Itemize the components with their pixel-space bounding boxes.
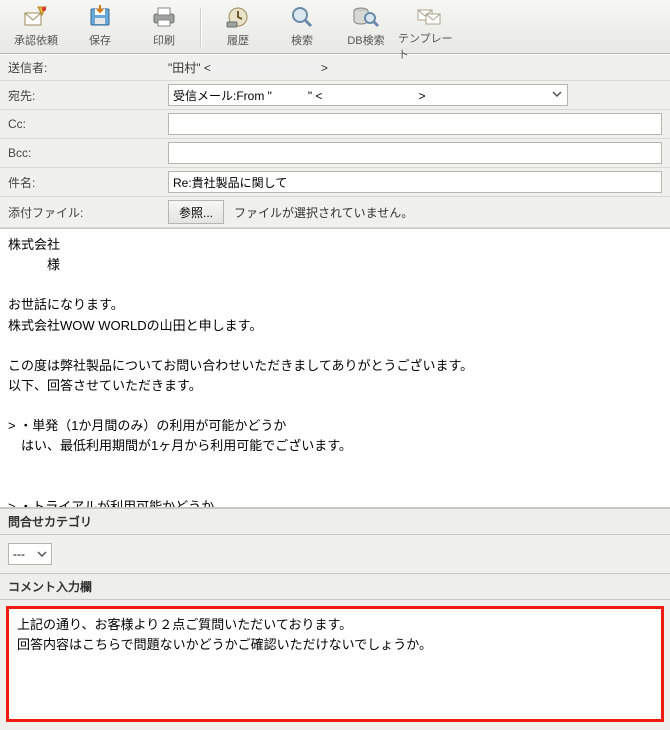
template-icon: [415, 4, 445, 28]
search-label: 検索: [291, 32, 313, 48]
to-select[interactable]: 受信メール:From " " < >: [168, 84, 568, 106]
to-label: 宛先:: [8, 87, 168, 104]
sender-suffix: >: [321, 61, 328, 75]
attach-row: 添付ファイル: 参照... ファイルが選択されていません。: [0, 197, 670, 228]
comment-header: コメント入力欄: [0, 573, 670, 600]
sender-row: 送信者: "田村" < >: [0, 55, 670, 81]
template-button[interactable]: テンプレート: [398, 2, 462, 53]
cc-row: Cc:: [0, 110, 670, 139]
search-icon: [287, 4, 317, 30]
category-row: ---: [0, 535, 670, 573]
chevron-down-icon: [37, 549, 47, 559]
save-icon: [85, 4, 115, 30]
cc-label: Cc:: [8, 117, 168, 131]
search-button[interactable]: 検索: [270, 2, 334, 53]
print-label: 印刷: [153, 32, 175, 48]
save-button[interactable]: 保存: [68, 2, 132, 53]
sender-redacted: [211, 63, 321, 75]
history-button[interactable]: 履歴: [206, 2, 270, 53]
approve-icon: [21, 4, 51, 30]
toolbar-separator: [200, 8, 202, 47]
db-search-button[interactable]: DB検索: [334, 2, 398, 53]
print-icon: [149, 4, 179, 30]
sender-label: 送信者:: [8, 59, 168, 76]
category-select[interactable]: ---: [8, 543, 52, 565]
approve-label: 承認依頼: [14, 32, 58, 48]
toolbar: 承認依頼 保存 印刷 履歴 検索 DB検索 テンプレート: [0, 0, 670, 54]
template-label: テンプレート: [398, 30, 462, 62]
bcc-label: Bcc:: [8, 146, 168, 160]
browse-button[interactable]: 参照...: [168, 200, 224, 224]
cc-input[interactable]: [168, 113, 662, 135]
print-button[interactable]: 印刷: [132, 2, 196, 53]
subject-row: 件名:: [0, 168, 670, 197]
to-value: 受信メール:From " " < >: [173, 87, 426, 104]
subject-input[interactable]: [168, 171, 662, 193]
bcc-input[interactable]: [168, 142, 662, 164]
sender-prefix: "田村" <: [168, 61, 211, 75]
category-selected: ---: [13, 547, 25, 561]
to-row: 宛先: 受信メール:From " " < >: [0, 81, 670, 110]
chevron-down-icon: [551, 88, 563, 100]
db-search-label: DB検索: [347, 32, 384, 48]
subject-label: 件名:: [8, 174, 168, 191]
approve-request-button[interactable]: 承認依頼: [4, 2, 68, 53]
db-search-icon: [351, 4, 381, 30]
comment-input[interactable]: 上記の通り、お客様より２点ご質問いただいております。 回答内容はこちらで問題ない…: [6, 606, 664, 722]
category-header: 問合せカテゴリ: [0, 508, 670, 535]
bcc-row: Bcc:: [0, 139, 670, 168]
history-label: 履歴: [227, 32, 249, 48]
sender-value: "田村" < >: [168, 59, 662, 76]
history-icon: [223, 4, 253, 30]
attach-note: ファイルが選択されていません。: [234, 204, 413, 221]
email-body[interactable]: 株式会社 様 お世話になります。 株式会社WOW WORLDの山田と申します。 …: [0, 228, 670, 508]
attach-label: 添付ファイル:: [8, 204, 168, 221]
save-label: 保存: [89, 32, 111, 48]
header-fields: 送信者: "田村" <> 宛先: 受信メール:From " " < > Cc: …: [0, 54, 670, 228]
